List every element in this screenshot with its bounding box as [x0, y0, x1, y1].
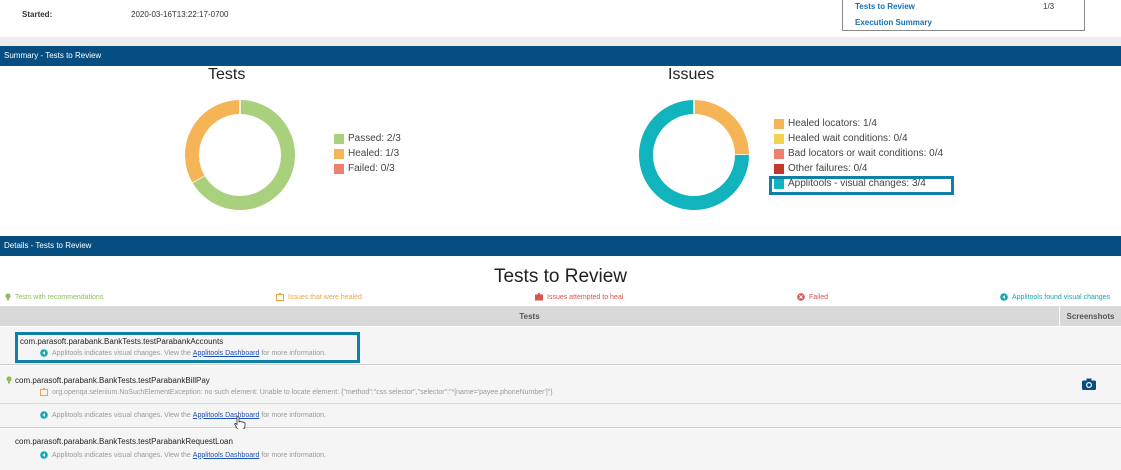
tests-chart-title: Tests — [208, 66, 246, 83]
failed-x-icon — [797, 293, 805, 301]
category-attempted: Issues attempted to heal — [535, 293, 623, 301]
test-name: com.parasoft.parabank.BankTests.testPara… — [15, 437, 233, 446]
applitools-dashboard-link[interactable]: Applitools Dashboard — [193, 412, 260, 419]
started-label: Started: — [22, 10, 53, 19]
legend-label: Healed wait conditions: 0/4 — [788, 133, 908, 144]
table-of-contents: Tests to Review 1/3 Execution Summary — [842, 0, 1085, 31]
category-recommendations: Tests with recommendations — [5, 293, 103, 301]
applitools-icon — [40, 411, 48, 419]
legend-item: Passed: 2/3 — [334, 133, 401, 144]
report-header: Started: 2020-03-16T13:22:17-0700 Tests … — [0, 0, 1121, 37]
legend-swatch — [334, 148, 344, 159]
message-text: for more information. — [261, 411, 326, 419]
applitools-dashboard-link[interactable]: Applitools Dashboard — [193, 452, 260, 459]
category-applitools: Applitools found visual changes — [1000, 293, 1110, 301]
test-name: com.parasoft.parabank.BankTests.testPara… — [15, 376, 210, 385]
legend-label: Bad locators or wait conditions: 0/4 — [788, 148, 944, 159]
attempted-heal-icon — [535, 293, 543, 301]
toc-tests-to-review-count: 1/3 — [1043, 2, 1055, 11]
legend-swatch — [774, 118, 784, 129]
started-value: 2020-03-16T13:22:17-0700 — [131, 10, 229, 19]
hand-cursor-icon — [234, 416, 246, 430]
toc-link-execution-summary[interactable]: Execution Summary — [855, 18, 932, 27]
category-failed: Failed — [797, 293, 828, 301]
test-message: Applitools indicates visual changes. Vie… — [40, 411, 326, 419]
table-row[interactable]: com.parasoft.parabank.BankTests.testPara… — [0, 327, 1121, 365]
lightbulb-icon — [5, 293, 11, 301]
tests-chart-legend: Passed: 2/3 Healed: 1/3 Failed: 0/3 — [334, 133, 454, 181]
applitools-icon — [1000, 293, 1008, 301]
legend-label: Healed: 1/3 — [348, 148, 400, 159]
table-row[interactable]: com.parasoft.parabank.BankTests.testPara… — [0, 366, 1121, 430]
message-text: Applitools indicates visual changes. Vie… — [52, 411, 191, 419]
legend-label: Other failures: 0/4 — [788, 163, 868, 174]
error-text: org.openqa.selenium.NoSuchElementExcepti… — [52, 388, 553, 396]
legend-item: Failed: 0/3 — [334, 163, 395, 174]
summary-section-bar: Summary - Tests to Review — [0, 46, 1121, 66]
donut-slice-healed — [185, 100, 241, 183]
healed-icon — [40, 388, 48, 396]
toc-link-tests-to-review[interactable]: Tests to Review — [855, 2, 915, 11]
legend-swatch — [334, 133, 344, 144]
test-error-message: org.openqa.selenium.NoSuchElementExcepti… — [40, 388, 553, 396]
legend-label: Passed: 2/3 — [348, 133, 401, 144]
healed-icon — [276, 293, 284, 301]
legend-item: Healed locators: 1/4 — [774, 118, 877, 129]
category-label: Failed — [809, 293, 829, 301]
message-text: for more information. — [261, 451, 326, 459]
legend-swatch — [334, 163, 344, 174]
category-legend: Tests with recommendations Issues that w… — [0, 293, 1121, 305]
lightbulb-icon — [6, 376, 12, 384]
applitools-icon — [40, 451, 48, 459]
tests-donut-chart — [185, 100, 295, 210]
legend-label: Healed locators: 1/4 — [788, 118, 877, 129]
category-label: Applitools found visual changes — [1012, 293, 1111, 301]
issues-donut-chart — [639, 100, 749, 210]
applitools-legend-highlight — [769, 176, 954, 195]
table-row[interactable]: com.parasoft.parabank.BankTests.testPara… — [0, 429, 1121, 470]
column-header-screenshots: Screenshots — [1059, 306, 1121, 326]
tests-table-header: Tests Screenshots — [0, 306, 1121, 326]
legend-label: Failed: 0/3 — [348, 163, 395, 174]
issues-chart-title: Issues — [668, 66, 715, 83]
details-panel: Tests to Review Tests with recommendatio… — [0, 256, 1121, 470]
donut-slice-healed-locators — [693, 100, 749, 156]
legend-swatch — [774, 148, 784, 159]
details-section-bar: Details - Tests to Review — [0, 236, 1121, 256]
legend-swatch — [774, 133, 784, 144]
legend-item: Healed wait conditions: 0/4 — [774, 133, 908, 144]
category-label: Issues that were healed — [288, 293, 362, 301]
row-divider — [0, 403, 1121, 404]
category-label: Tests with recommendations — [15, 293, 104, 301]
category-healed: Issues that were healed — [276, 293, 362, 301]
row-highlight-box — [15, 332, 360, 363]
message-text: Applitools indicates visual changes. Vie… — [52, 451, 191, 459]
legend-swatch — [774, 163, 784, 174]
details-title: Tests to Review — [493, 266, 628, 287]
legend-item: Other failures: 0/4 — [774, 163, 867, 174]
legend-item: Healed: 1/3 — [334, 148, 399, 159]
category-label: Issues attempted to heal — [547, 293, 624, 301]
legend-item: Bad locators or wait conditions: 0/4 — [774, 148, 943, 159]
test-message: Applitools indicates visual changes. Vie… — [40, 451, 326, 459]
summary-panel: Tests Passed: 2/3 Healed: 1/3 Failed: 0/3 … — [0, 66, 1121, 236]
column-header-tests: Tests — [519, 312, 540, 321]
camera-icon[interactable] — [1082, 378, 1096, 390]
